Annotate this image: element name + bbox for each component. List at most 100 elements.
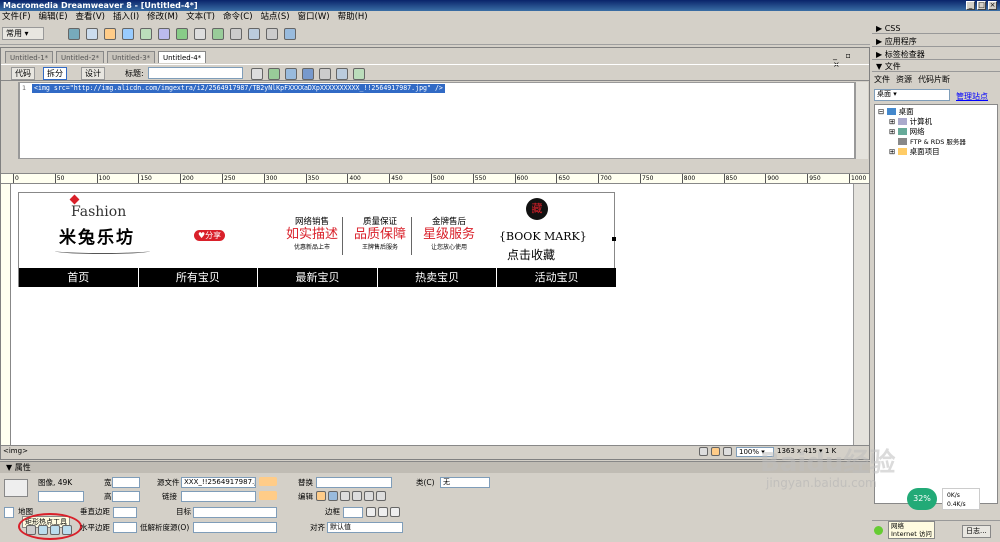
props-header[interactable]: ▼ 属性 (0, 462, 870, 473)
tag-chooser-icon[interactable] (284, 28, 296, 40)
tag-selector[interactable]: <img> (3, 447, 28, 455)
resample-icon[interactable] (352, 491, 362, 501)
log-button[interactable]: 日志... (962, 525, 991, 538)
date-icon[interactable] (194, 28, 206, 40)
tree-desktop[interactable]: ⊟ 桌面 (878, 107, 914, 117)
nav-item[interactable]: 最新宝贝 (258, 268, 378, 287)
comment-icon[interactable] (230, 28, 242, 40)
align-select[interactable]: 默认值 (327, 522, 403, 533)
pointer-icon[interactable] (699, 447, 708, 456)
panel-files[interactable]: ▼ 文件 (872, 61, 1000, 72)
panel-application[interactable]: ▶ 应用程序 (872, 36, 1000, 47)
zoom-icon[interactable] (723, 447, 732, 456)
vspace-input[interactable] (113, 507, 137, 518)
refresh-icon[interactable] (319, 68, 331, 80)
menu-item[interactable]: 站点(S) (261, 11, 290, 23)
map-input[interactable] (4, 507, 14, 518)
design-scrollbar[interactable] (853, 184, 869, 445)
width-input[interactable] (112, 477, 140, 488)
split-divider[interactable] (1, 159, 869, 174)
menu-item[interactable]: 编辑(E) (39, 11, 68, 23)
menu-item[interactable]: 查看(V) (76, 11, 105, 23)
image-id-input[interactable] (38, 491, 84, 502)
target-select[interactable] (193, 507, 277, 518)
close-button[interactable]: × (988, 1, 997, 10)
collect-link[interactable]: 点击收藏 (507, 246, 555, 263)
tab-assets[interactable]: 资源 (896, 74, 912, 85)
menu-item[interactable]: 帮助(H) (338, 11, 368, 23)
tree-computer[interactable]: ⊞ 计算机 (889, 117, 932, 127)
seal-icon[interactable]: 藏 (526, 198, 548, 220)
tree-network[interactable]: ⊞ 网络 (889, 127, 925, 137)
server-include-icon[interactable] (212, 28, 224, 40)
page-title-input[interactable] (148, 67, 243, 79)
browse-folder-icon[interactable] (259, 477, 277, 486)
align-right-icon[interactable] (390, 507, 400, 517)
validate-icon[interactable] (302, 68, 314, 80)
design-view[interactable]: Fashion 米兔乐坊 ♥分享 网络销售 如实描述 优惠新品上市 质量保证 品… (11, 184, 853, 445)
menu-item[interactable]: 文本(T) (186, 11, 215, 23)
code-line-selected[interactable]: <img src="http://img.alicdn.com/imgextra… (32, 84, 445, 93)
table-icon[interactable] (122, 28, 134, 40)
resize-handle[interactable] (612, 237, 616, 241)
email-link-icon[interactable] (86, 28, 98, 40)
maximize-button[interactable]: □ (977, 1, 986, 10)
hspace-input[interactable] (113, 522, 137, 533)
crop-icon[interactable] (340, 491, 350, 501)
panel-css[interactable]: ▶ CSS (872, 23, 1000, 34)
class-select[interactable]: 无 (440, 477, 490, 488)
file-management-icon[interactable] (251, 68, 263, 80)
link-input[interactable] (181, 491, 256, 502)
menu-item[interactable]: 文件(F) (2, 11, 31, 23)
nav-item[interactable]: 热卖宝贝 (378, 268, 498, 287)
templates-icon[interactable] (266, 28, 278, 40)
design-view-button[interactable]: 设计 (81, 67, 105, 80)
layer-icon[interactable] (140, 28, 152, 40)
banner-image[interactable]: Fashion 米兔乐坊 ♥分享 网络销售 如实描述 优惠新品上市 质量保证 品… (18, 192, 616, 287)
tree-ftp[interactable]: FTP & RDS 服务器 (898, 137, 966, 147)
height-input[interactable] (112, 491, 140, 502)
optimize-icon[interactable] (328, 491, 338, 501)
alt-select[interactable] (316, 477, 392, 488)
image-icon[interactable] (158, 28, 170, 40)
align-left-icon[interactable] (366, 507, 376, 517)
tab-untitled-4[interactable]: Untitled-4* (158, 51, 207, 63)
speed-meter[interactable]: 32% (907, 488, 937, 510)
minimize-button[interactable]: _ (966, 1, 975, 10)
edit-icon[interactable] (316, 491, 326, 501)
menu-item[interactable]: 插入(I) (113, 11, 139, 23)
browse-folder-icon[interactable] (259, 491, 277, 500)
preview-browser-icon[interactable] (268, 68, 280, 80)
media-icon[interactable] (176, 28, 188, 40)
menu-item[interactable]: 窗口(W) (298, 11, 330, 23)
tree-desktop-items[interactable]: ⊞ 桌面项目 (889, 147, 940, 157)
share-badge[interactable]: ♥分享 (194, 230, 226, 241)
hyperlink-icon[interactable] (68, 28, 80, 40)
tab-untitled-3[interactable]: Untitled-3* (107, 51, 156, 63)
connect-icon[interactable] (874, 526, 883, 535)
code-editor[interactable]: 1 <img src="http://img.alicdn.com/imgext… (19, 82, 855, 159)
check-browser-icon[interactable] (285, 68, 297, 80)
menu-item[interactable]: 命令(C) (223, 11, 253, 23)
head-icon[interactable] (248, 28, 260, 40)
location-select[interactable]: 桌面 ▾ (874, 89, 950, 101)
src-input[interactable]: XXX_!!2564917987.jpg (181, 477, 256, 488)
insert-category-select[interactable]: 常用 ▾ (2, 27, 44, 40)
code-scrollbar[interactable] (855, 82, 868, 159)
sharpen-icon[interactable] (376, 491, 386, 501)
tab-files[interactable]: 文件 (874, 74, 890, 85)
tab-untitled-1[interactable]: Untitled-1* (5, 51, 54, 63)
nav-item[interactable]: 首页 (19, 268, 139, 287)
tab-untitled-2[interactable]: Untitled-2* (56, 51, 105, 63)
code-view-button[interactable]: 代码 (11, 67, 35, 80)
visual-aids-icon[interactable] (353, 68, 365, 80)
split-view-button[interactable]: 拆分 (43, 67, 67, 80)
hand-icon[interactable] (711, 447, 720, 456)
tab-snippets[interactable]: 代码片断 (918, 74, 950, 85)
border-input[interactable] (343, 507, 363, 518)
lowsrc-input[interactable] (193, 522, 277, 533)
anchor-icon[interactable] (104, 28, 116, 40)
menu-item[interactable]: 修改(M) (147, 11, 178, 23)
nav-item[interactable]: 活动宝贝 (497, 268, 616, 287)
panel-tag-inspector[interactable]: ▶ 标签检查器 (872, 49, 1000, 60)
